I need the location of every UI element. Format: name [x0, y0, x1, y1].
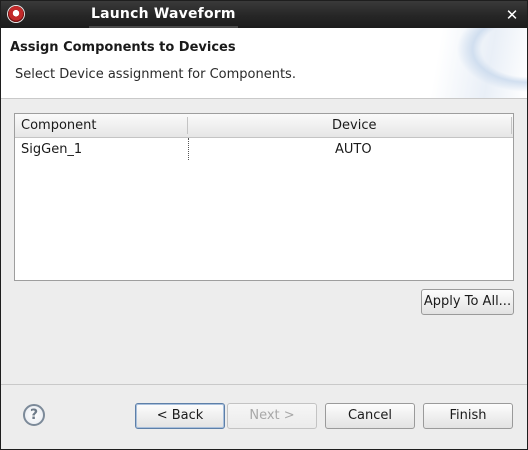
window-title: Launch Waveform — [91, 6, 236, 22]
cancel-button[interactable]: Cancel — [325, 403, 415, 429]
column-header-component[interactable]: Component — [21, 118, 96, 133]
table-header: Component Device — [15, 114, 513, 138]
apply-to-all-button[interactable]: Apply To All... — [421, 289, 514, 315]
wizard-header: Assign Components to Devices Select Devi… — [1, 28, 527, 99]
back-button[interactable]: < Back — [135, 403, 225, 429]
column-separator[interactable] — [187, 117, 188, 134]
page-title: Assign Components to Devices — [10, 40, 236, 55]
device-cell[interactable]: AUTO — [335, 142, 372, 157]
next-button[interactable]: Next > — [227, 403, 317, 429]
help-icon[interactable]: ? — [23, 404, 45, 426]
column-header-device[interactable]: Device — [332, 118, 376, 133]
component-device-table[interactable]: Component Device SigGen_1 AUTO — [14, 113, 514, 281]
component-cell: SigGen_1 — [21, 142, 83, 157]
header-banner-graphic — [447, 28, 527, 98]
launch-waveform-dialog: Launch Waveform ✕ Assign Components to D… — [0, 0, 528, 450]
footer-divider — [1, 384, 527, 385]
app-logo-icon — [8, 6, 24, 22]
table-row[interactable]: SigGen_1 AUTO — [15, 138, 513, 160]
title-bar[interactable]: Launch Waveform ✕ — [1, 1, 527, 28]
page-description: Select Device assignment for Components. — [15, 67, 296, 82]
column-separator[interactable] — [511, 117, 512, 134]
close-icon[interactable]: ✕ — [503, 6, 521, 24]
cell-divider — [188, 138, 189, 160]
finish-button[interactable]: Finish — [423, 403, 513, 429]
